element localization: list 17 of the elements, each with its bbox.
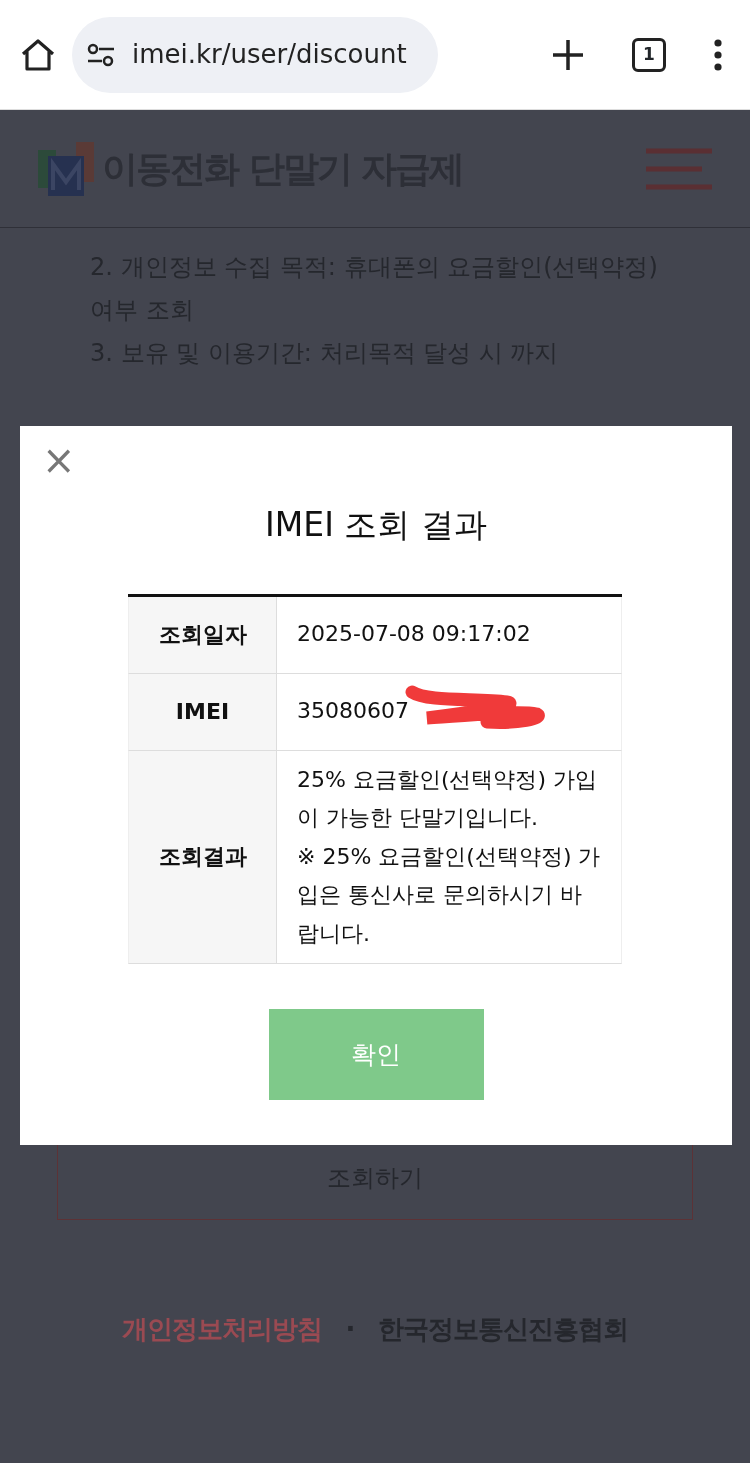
table-header-cell: IMEI [129, 673, 277, 750]
more-icon[interactable] [714, 38, 722, 71]
logo-icon [38, 141, 94, 196]
confirm-button[interactable]: 확인 [268, 1009, 484, 1100]
table-cell-text: 35080607 [297, 697, 409, 726]
table-header-cell: 조회결과 [129, 750, 277, 963]
site-settings-icon[interactable] [86, 42, 116, 67]
policy-link[interactable]: 개인정보처리방침 [121, 1310, 322, 1349]
table-cell-text: 2025-07-08 09:17:02 [297, 620, 531, 649]
table-header-cell: 조회일자 [129, 596, 277, 673]
separator-text: · [345, 1313, 355, 1346]
tab-count[interactable]: 1 [632, 37, 666, 72]
table-cell-text: 25% 요금할인(선택약정) 가입이 가능한 단말기입니다. ※ 25% 요금할인(선택약정) 가입은 통신사로 문의하시기 바랍니다. [297, 765, 601, 948]
close-button[interactable]: × [42, 440, 76, 480]
home-icon[interactable] [20, 37, 56, 72]
new-tab-icon[interactable] [552, 38, 584, 71]
modal-title: IMEI 조회 결과 [264, 504, 488, 546]
